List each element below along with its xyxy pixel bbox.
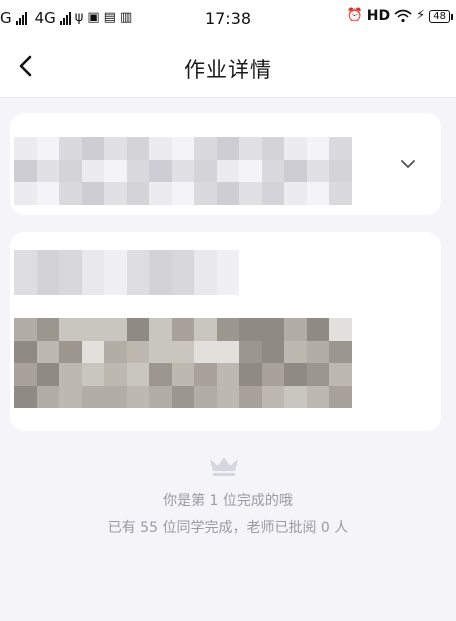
battery-level: 48 (433, 10, 446, 22)
alarm-icon: ⏰ (346, 8, 363, 23)
obscured-content-text (14, 250, 239, 295)
crown-icon (210, 457, 238, 476)
status-bar: G 4G ψ ▣ ▤ ▥ 17:38 ⏰ HD ⚡ 48 (0, 0, 456, 36)
page-title: 作业详情 (184, 58, 272, 82)
completion-stats: 已有 55 位同学完成，老师已批阅 0 人 (107, 520, 349, 536)
hd-label: HD (366, 8, 391, 24)
summary-card[interactable] (10, 113, 441, 215)
obscured-content-image (14, 318, 352, 408)
status-right-group: ⏰ HD ⚡ 48 (346, 8, 453, 24)
wifi-icon (394, 9, 412, 23)
battery-icon: 48 (429, 9, 453, 23)
chevron-down-icon (401, 159, 415, 168)
completion-rank: 你是第 1 位完成的哦 (163, 493, 293, 509)
nav-bar: 作业详情 (0, 36, 456, 98)
expand-button[interactable] (395, 151, 421, 177)
obscured-content (14, 137, 352, 205)
charging-icon: ⚡ (416, 8, 426, 23)
content-card[interactable] (10, 232, 441, 431)
